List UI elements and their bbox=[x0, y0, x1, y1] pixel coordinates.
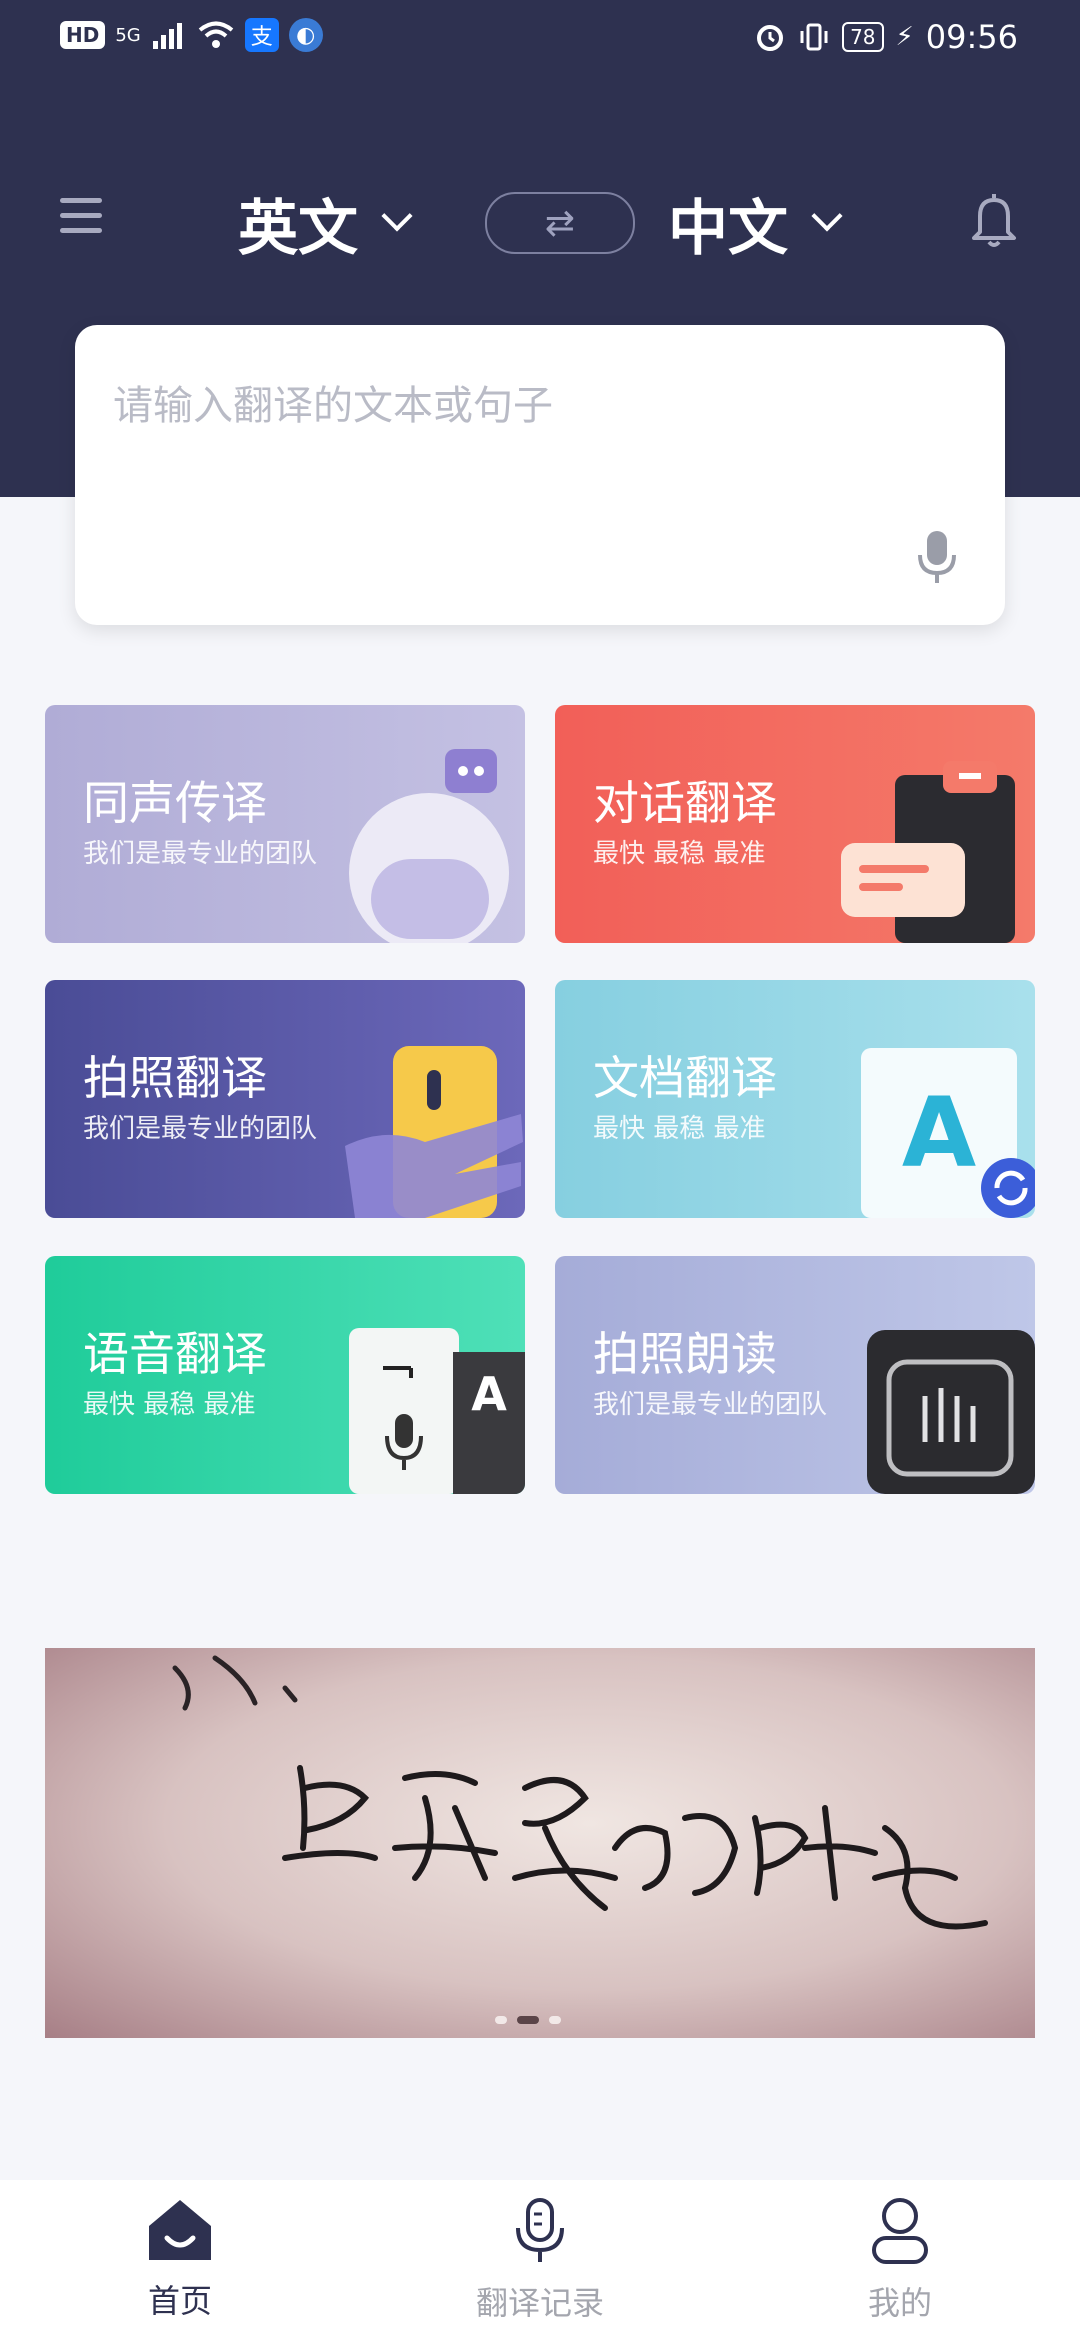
vibrate-icon bbox=[800, 23, 828, 51]
network-type: 5G bbox=[115, 24, 141, 46]
wifi-icon bbox=[198, 21, 234, 48]
microphone-icon bbox=[516, 2198, 564, 2262]
clock: 09:56 bbox=[925, 18, 1018, 56]
feature-title: 拍照翻译 bbox=[83, 1051, 267, 1105]
swap-languages-button[interactable]: ⇄ bbox=[485, 192, 635, 254]
carousel-dot[interactable] bbox=[549, 2016, 561, 2024]
swap-icon: ⇄ bbox=[544, 202, 576, 244]
feature-subtitle: 我们是最专业的团队 bbox=[83, 839, 318, 869]
feature-subtitle: 我们是最专业的团队 bbox=[83, 1114, 318, 1144]
alarm-icon bbox=[757, 25, 784, 51]
home-icon bbox=[149, 2200, 211, 2260]
menu-icon[interactable] bbox=[60, 198, 102, 240]
robot-illustration-icon bbox=[349, 749, 509, 943]
feature-subtitle: 最快 最稳 最准 bbox=[593, 839, 766, 869]
status-bar: HD 5G 支 ◐ 78 ⚡ 09:56 bbox=[0, 0, 1080, 80]
svg-text:A: A bbox=[471, 1367, 507, 1421]
feature-card-document[interactable]: 文档翻译 最快 最稳 最准 A bbox=[555, 980, 1035, 1218]
nav-profile[interactable]: 我的 bbox=[790, 2198, 1010, 2324]
bell-icon[interactable] bbox=[968, 190, 1020, 250]
document-letter-icon: A bbox=[861, 1048, 1035, 1218]
source-language-selector[interactable]: 英文 bbox=[238, 188, 413, 264]
nav-home-label: 首页 bbox=[147, 2282, 212, 2320]
feature-title: 文档翻译 bbox=[593, 1051, 777, 1105]
nav-home[interactable]: 首页 bbox=[70, 2198, 290, 2322]
feature-title: 对话翻译 bbox=[593, 776, 777, 830]
battery-level: 78 bbox=[842, 22, 884, 52]
microphone-icon[interactable] bbox=[917, 529, 957, 585]
alipay-icon: 支 bbox=[244, 18, 279, 52]
nav-history[interactable]: 翻译记录 bbox=[430, 2198, 650, 2324]
carousel-dot[interactable] bbox=[495, 2016, 507, 2024]
nav-history-label: 翻译记录 bbox=[475, 2284, 604, 2322]
svg-text:A: A bbox=[902, 1077, 976, 1189]
translation-input-placeholder: 请输入翻译的文本或句子 bbox=[113, 383, 553, 429]
target-language-label: 中文 bbox=[668, 193, 788, 264]
feature-card-photo[interactable]: 拍照翻译 我们是最专业的团队 bbox=[45, 980, 525, 1218]
feature-subtitle: 最快 最稳 最准 bbox=[593, 1114, 766, 1144]
chevron-down-icon bbox=[381, 200, 413, 232]
feature-card-dialogue[interactable]: 对话翻译 最快 最稳 最准 bbox=[555, 705, 1035, 943]
promo-banner[interactable] bbox=[45, 1648, 1035, 2038]
translation-input-card[interactable]: 请输入翻译的文本或句子 bbox=[75, 325, 1005, 625]
bottom-navigation: 首页 翻译记录 我的 bbox=[0, 2180, 1080, 2340]
voice-translate-icon: A bbox=[349, 1328, 525, 1494]
feature-title: 同声传译 bbox=[83, 776, 267, 830]
chevron-down-icon bbox=[811, 200, 843, 232]
feature-title: 语音翻译 bbox=[83, 1327, 267, 1381]
profile-icon bbox=[872, 2198, 928, 2264]
carousel-dot-active[interactable] bbox=[517, 2016, 539, 2024]
target-language-selector[interactable]: 中文 bbox=[668, 188, 843, 264]
feature-subtitle: 我们是最专业的团队 bbox=[593, 1390, 828, 1420]
charging-icon: ⚡ bbox=[895, 22, 914, 52]
feature-card-read-aloud[interactable]: 拍照朗读 我们是最专业的团队 bbox=[555, 1256, 1035, 1494]
phone-hand-icon bbox=[345, 1046, 523, 1218]
hd-badge: HD bbox=[60, 21, 106, 49]
handwriting-image bbox=[172, 1655, 988, 1930]
feature-title: 拍照朗读 bbox=[593, 1327, 777, 1381]
nav-profile-label: 我的 bbox=[867, 2284, 932, 2322]
chat-bubbles-icon bbox=[841, 761, 1015, 943]
signal-icon bbox=[152, 23, 182, 49]
speaker-device-icon bbox=[867, 1330, 1035, 1494]
source-language-label: 英文 bbox=[238, 193, 358, 264]
carousel-indicator[interactable] bbox=[495, 2016, 561, 2024]
feature-subtitle: 最快 最稳 最准 bbox=[83, 1390, 256, 1420]
browser-icon: ◐ bbox=[288, 18, 323, 52]
feature-card-simultaneous[interactable]: 同声传译 我们是最专业的团队 bbox=[45, 705, 525, 943]
feature-card-voice[interactable]: 语音翻译 最快 最稳 最准 A bbox=[45, 1256, 525, 1494]
